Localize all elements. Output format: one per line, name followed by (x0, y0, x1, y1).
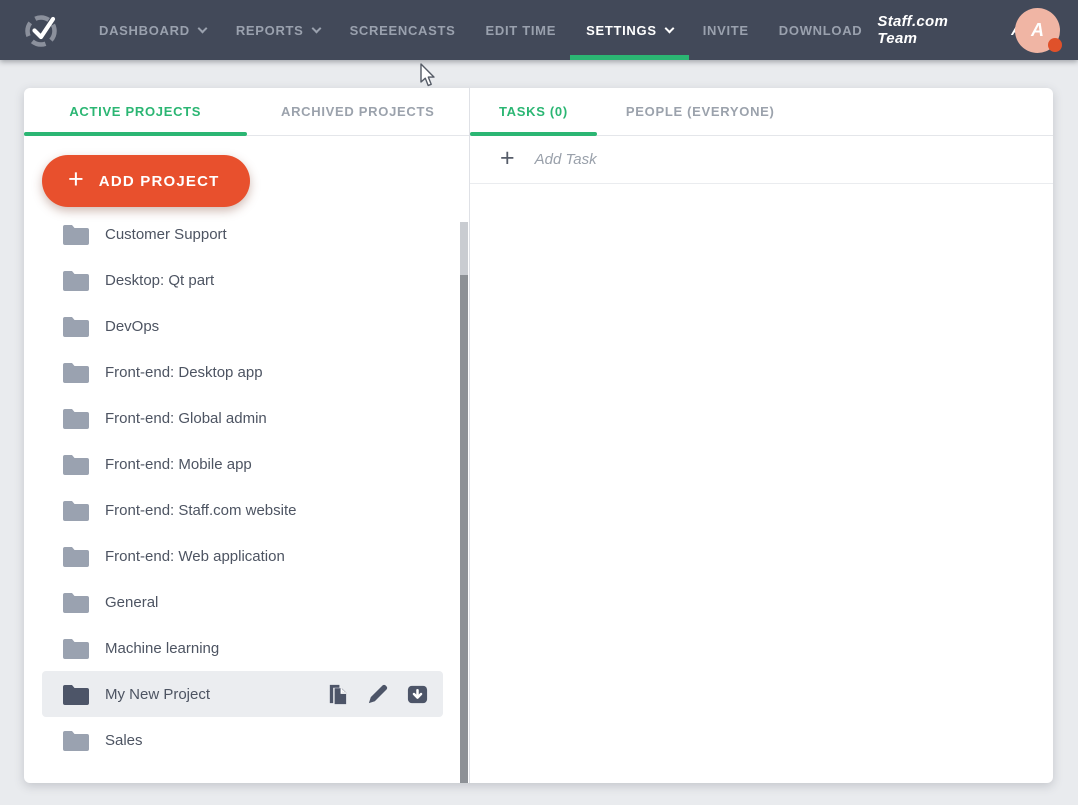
project-name: General (105, 594, 158, 611)
projects-card: ACTIVE PROJECTS ARCHIVED PROJECTS + ADD … (24, 88, 1053, 783)
project-name: Front-end: Desktop app (105, 364, 263, 381)
folder-icon (62, 637, 90, 660)
nav-download[interactable]: DOWNLOAD (764, 0, 878, 60)
project-name: Sales (105, 732, 143, 749)
project-name: Customer Support (105, 226, 227, 243)
projects-tabs: ACTIVE PROJECTS ARCHIVED PROJECTS (24, 88, 469, 136)
folder-icon (62, 729, 90, 752)
tab-archived-projects-label: ARCHIVED PROJECTS (281, 104, 434, 119)
folder-icon (62, 499, 90, 522)
add-task-placeholder: Add Task (535, 151, 597, 168)
folder-icon (62, 453, 90, 476)
chevron-down-icon (664, 23, 674, 33)
tasks-tabs: TASKS (0) PEOPLE (EVERYONE) (470, 88, 1053, 136)
clock-logo-icon (22, 10, 62, 50)
project-row[interactable]: Customer Support (42, 211, 443, 257)
avatar-letter: A (1031, 20, 1044, 41)
tab-active-projects[interactable]: ACTIVE PROJECTS (24, 88, 247, 135)
app-logo[interactable] (22, 10, 62, 50)
nav-download-label: DOWNLOAD (779, 23, 863, 38)
project-row-actions (326, 683, 429, 706)
folder-icon (62, 361, 90, 384)
nav-settings[interactable]: SETTINGS (571, 0, 688, 60)
nav-settings-label: SETTINGS (586, 23, 657, 38)
project-row[interactable]: Front-end: Staff.com website (42, 487, 443, 533)
nav-reports-label: REPORTS (236, 23, 304, 38)
tab-people-label: PEOPLE (EVERYONE) (626, 104, 775, 119)
project-name: Machine learning (105, 640, 219, 657)
folder-icon (62, 407, 90, 430)
folder-icon (62, 545, 90, 568)
project-row[interactable]: Sales (42, 717, 443, 763)
nav-menu: DASHBOARD REPORTS SCREENCASTS EDIT TIME … (84, 0, 877, 60)
add-task-input[interactable]: + Add Task (470, 136, 1053, 184)
folder-icon (62, 315, 90, 338)
avatar[interactable]: A (1015, 8, 1060, 53)
projects-panel: ACTIVE PROJECTS ARCHIVED PROJECTS + ADD … (24, 88, 470, 783)
project-row[interactable]: General (42, 579, 443, 625)
nav-edit-time[interactable]: EDIT TIME (471, 0, 572, 60)
folder-icon (62, 223, 90, 246)
archive-icon[interactable] (406, 683, 429, 706)
plus-icon: + (500, 146, 515, 171)
add-project-button[interactable]: + ADD PROJECT (42, 155, 250, 207)
tab-active-projects-label: ACTIVE PROJECTS (69, 104, 201, 119)
project-list: Customer Support Desktop: Qt part DevOps… (24, 211, 469, 763)
nav-right: Staff.com Team A A (877, 0, 1078, 60)
folder-icon (62, 591, 90, 614)
tasks-panel: TASKS (0) PEOPLE (EVERYONE) + Add Task (470, 88, 1053, 783)
project-name: DevOps (105, 318, 159, 335)
nav-screencasts-label: SCREENCASTS (350, 23, 456, 38)
nav-dashboard[interactable]: DASHBOARD (84, 0, 221, 60)
project-row[interactable]: Machine learning (42, 625, 443, 671)
tab-tasks[interactable]: TASKS (0) (470, 88, 597, 135)
nav-dashboard-label: DASHBOARD (99, 23, 190, 38)
project-row[interactable]: Front-end: Desktop app (42, 349, 443, 395)
scrollbar-track[interactable] (460, 222, 468, 275)
project-row[interactable]: DevOps (42, 303, 443, 349)
top-nav: DASHBOARD REPORTS SCREENCASTS EDIT TIME … (0, 0, 1078, 60)
tab-tasks-label: TASKS (0) (499, 104, 568, 119)
nav-invite-label: INVITE (703, 23, 749, 38)
chevron-down-icon (197, 23, 207, 33)
nav-screencasts[interactable]: SCREENCASTS (335, 0, 471, 60)
project-name: Front-end: Staff.com website (105, 502, 296, 519)
project-name: Front-end: Web application (105, 548, 285, 565)
plus-icon: + (68, 166, 84, 193)
add-project-label: ADD PROJECT (99, 173, 220, 190)
folder-icon (62, 269, 90, 292)
project-row[interactable]: Front-end: Global admin (42, 395, 443, 441)
chevron-down-icon (311, 23, 321, 33)
nav-invite[interactable]: INVITE (688, 0, 764, 60)
copy-icon[interactable] (326, 683, 349, 706)
nav-edit-time-label: EDIT TIME (486, 23, 557, 38)
project-name: Front-end: Mobile app (105, 456, 252, 473)
tab-archived-projects[interactable]: ARCHIVED PROJECTS (247, 88, 470, 135)
project-name: My New Project (105, 686, 210, 703)
project-row[interactable]: Front-end: Mobile app (42, 441, 443, 487)
team-name[interactable]: Staff.com Team (877, 13, 987, 47)
folder-icon (62, 683, 90, 706)
project-row-selected[interactable]: My New Project (42, 671, 443, 717)
scrollbar-thumb[interactable] (460, 275, 468, 783)
project-name: Desktop: Qt part (105, 272, 214, 289)
project-row[interactable]: Front-end: Web application (42, 533, 443, 579)
edit-icon[interactable] (366, 683, 389, 706)
tab-people[interactable]: PEOPLE (EVERYONE) (597, 88, 804, 135)
project-row[interactable]: Desktop: Qt part (42, 257, 443, 303)
project-name: Front-end: Global admin (105, 410, 267, 427)
nav-reports[interactable]: REPORTS (221, 0, 335, 60)
notification-dot (1048, 38, 1062, 52)
